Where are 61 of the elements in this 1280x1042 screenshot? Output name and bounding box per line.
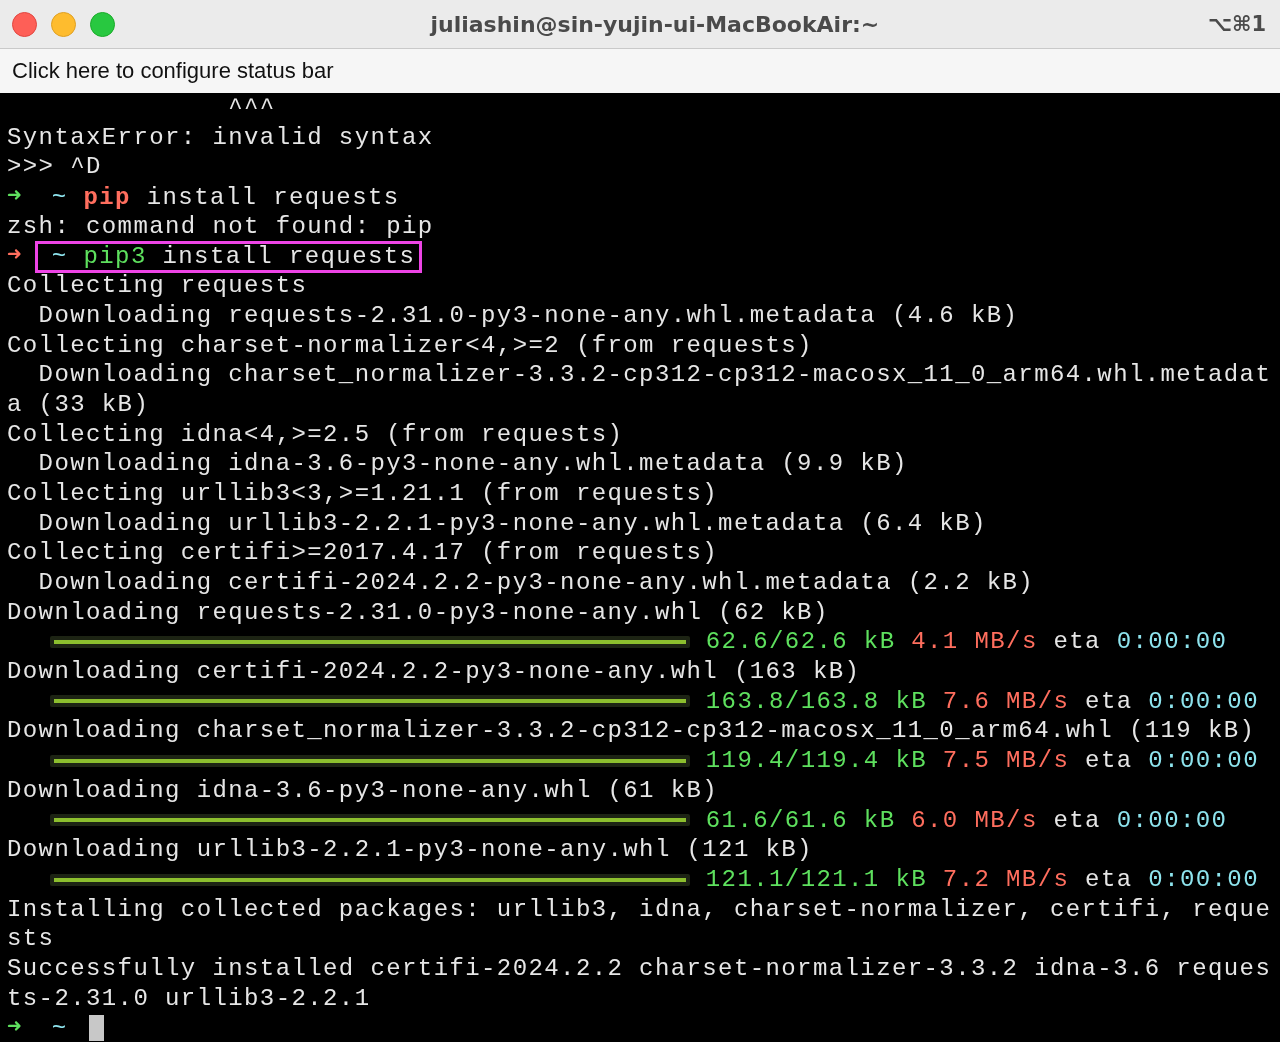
status-bar[interactable]: Click here to configure status bar (0, 49, 1280, 93)
output-line: zsh: command not found: pip (7, 212, 434, 240)
download-rate: 4.1 MB/s (911, 628, 1038, 656)
output-line: Downloading idna-3.6-py3-none-any.whl.metadata (9.9 kB) (37, 450, 908, 478)
download-rate: 7.2 MB/s (942, 865, 1070, 893)
output-line: Successfully installed certifi-2024.2.2 charset-normalizer-3.3.2 idna-3.6 reques (7, 954, 1272, 982)
output-line: Installing collected packages: urllib3, idna, charset-normalizer, certifi, reque (7, 895, 1272, 923)
eta-time: 0:00:00 (1148, 687, 1259, 715)
command-arguments: install requests (162, 243, 416, 271)
output-line: Collecting idna<4,>=2.5 (from requests) (7, 420, 624, 448)
output-line: Collecting charset-normalizer<4,>=2 (from requests) (7, 331, 813, 359)
download-size: 119.4/119.4 kB (705, 747, 928, 775)
eta-label: eta (1053, 628, 1101, 656)
eta-time: 0:00:00 (1116, 806, 1228, 834)
output-line: Collecting urllib3<3,>=1.21.1 (from requests) (7, 479, 719, 507)
command-name: pip3 (83, 243, 147, 271)
output-line: Downloading requests-2.31.0-py3-none-any.whl (62 kB) (7, 598, 829, 626)
eta-time: 0:00:00 (1148, 865, 1259, 893)
download-rate: 7.5 MB/s (942, 747, 1070, 775)
download-rate: 7.6 MB/s (942, 687, 1070, 715)
prompt-directory: ~ (51, 184, 68, 212)
output-line: ts-2.31.0 urllib3-2.2.1 (7, 984, 371, 1012)
output-line: Downloading urllib3-2.2.1-py3-none-any.whl.metadata (6.4 kB) (37, 509, 987, 537)
eta-label: eta (1085, 687, 1133, 715)
window-title: juliashin@sin-yujin-ui-MacBookAir:~ (428, 11, 881, 37)
prompt-arrow: ➜ (7, 183, 23, 211)
command-name: pip (83, 184, 131, 212)
text-cursor (88, 1014, 104, 1041)
eta-label: eta (1085, 747, 1133, 775)
minimize-button[interactable] (51, 11, 76, 37)
output-line: sts (7, 925, 55, 953)
output-line: Downloading requests-2.31.0-py3-none-any.whl.metadata (4.6 kB) (37, 301, 1019, 329)
download-size: 61.6/61.6 kB (705, 806, 896, 834)
eta-label: eta (1053, 806, 1101, 834)
download-size: 62.6/62.6 kB (705, 628, 896, 656)
output-line: Collecting certifi>=2017.4.17 (from requests) (7, 539, 719, 567)
download-size: 163.8/163.8 kB (705, 687, 928, 715)
prompt-directory: ~ (51, 243, 68, 271)
output-line: Downloading charset_normalizer-3.3.2-cp312-cp312-macosx_11_0_arm64.whl.metadat (37, 361, 1272, 389)
output-line: ^^^ (227, 94, 276, 121)
output-line: a (33 kB) (7, 390, 150, 418)
output-line: >>> ^D (7, 153, 102, 181)
zoom-button[interactable] (90, 11, 115, 37)
eta-label: eta (1085, 865, 1133, 893)
eta-time: 0:00:00 (1148, 747, 1259, 775)
close-button[interactable] (12, 11, 37, 37)
output-line: Downloading charset_normalizer-3.3.2-cp312-cp312-macosx_11_0_arm64.whl (119 kB) (7, 717, 1256, 745)
prompt-arrow: ➜ (7, 242, 23, 270)
prompt-arrow: ➜ (7, 1014, 23, 1042)
output-line: Downloading certifi-2024.2.2-py3-none-any.whl (163 kB) (7, 658, 861, 686)
command-arguments: install requests (146, 184, 400, 212)
output-line: Collecting requests (7, 272, 308, 300)
window-shortcut: ⌥⌘1 (1207, 12, 1266, 36)
output-line: Downloading idna-3.6-py3-none-any.whl (61 kB) (7, 776, 719, 804)
download-rate: 6.0 MB/s (911, 806, 1038, 834)
download-size: 121.1/121.1 kB (705, 865, 928, 893)
output-line: Downloading urllib3-2.2.1-py3-none-any.whl (121 kB) (7, 836, 813, 864)
output-line: Downloading certifi-2024.2.2-py3-none-any.whl.metadata (2.2 kB) (37, 569, 1035, 596)
eta-time: 0:00:00 (1116, 628, 1228, 656)
output-line: SyntaxError: invalid syntax (7, 123, 434, 151)
prompt-directory: ~ (51, 1015, 68, 1042)
